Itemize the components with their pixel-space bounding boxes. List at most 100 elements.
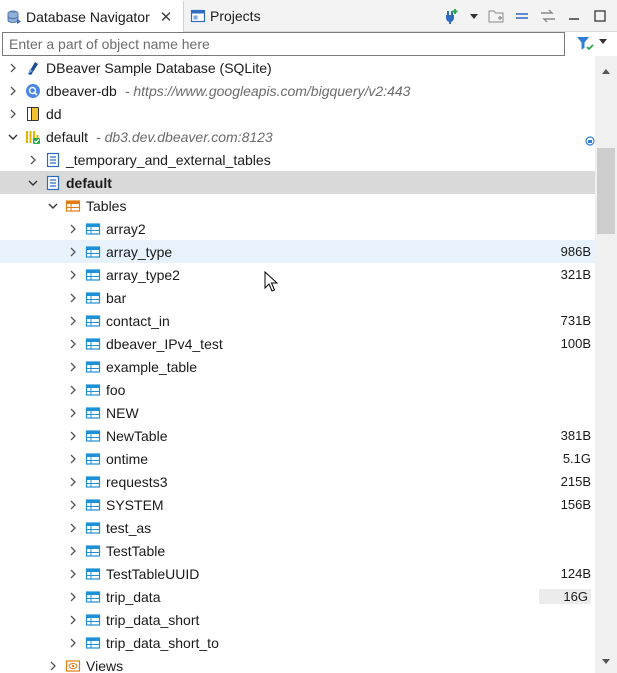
- chevron-down-icon[interactable]: [47, 200, 59, 212]
- tree-row[interactable]: contact_in 731B: [0, 309, 595, 332]
- tree-row[interactable]: test_as: [0, 516, 595, 539]
- chevron-right-icon[interactable]: [67, 384, 79, 396]
- tree-row[interactable]: array2: [0, 217, 595, 240]
- tree-row[interactable]: array_type 986B: [0, 240, 595, 263]
- table-icon: [85, 543, 101, 559]
- tree-item-label: Views: [86, 657, 124, 673]
- chevron-down-icon[interactable]: [7, 131, 19, 143]
- tab-projects-label: Projects: [210, 8, 261, 24]
- chevron-down-icon[interactable]: [469, 7, 479, 25]
- tree-row[interactable]: foo: [0, 378, 595, 401]
- tree-row[interactable]: bar: [0, 286, 595, 309]
- tree-row[interactable]: trip_data_short: [0, 608, 595, 631]
- chevron-right-icon[interactable]: [67, 338, 79, 350]
- minimize-icon[interactable]: [565, 7, 583, 25]
- close-icon[interactable]: ✕: [160, 8, 173, 26]
- tree-row[interactable]: SYSTEM 156B: [0, 493, 595, 516]
- chevron-right-icon[interactable]: [67, 591, 79, 603]
- maximize-icon[interactable]: [591, 7, 609, 25]
- tree-row[interactable]: DBeaver Sample Database (SQLite): [0, 56, 595, 79]
- tab-database-navigator[interactable]: Database Navigator ✕: [0, 0, 184, 32]
- tree-item-label: trip_data: [106, 588, 161, 605]
- chevron-right-icon[interactable]: [27, 154, 39, 166]
- scroll-up-icon[interactable]: [601, 62, 611, 78]
- tree-row[interactable]: dbeaver-db - https://www.googleapis.com/b…: [0, 79, 595, 102]
- tree-row[interactable]: _temporary_and_external_tables: [0, 148, 595, 171]
- chevron-right-icon[interactable]: [67, 407, 79, 419]
- tree-item-label: dbeaver-db: [46, 82, 117, 99]
- chevron-right-icon[interactable]: [67, 499, 79, 511]
- tree-row[interactable]: default: [0, 171, 595, 194]
- tree-row[interactable]: example_table: [0, 355, 595, 378]
- table-size-label: 381B: [560, 428, 591, 443]
- tree-row[interactable]: dbeaver_IPv4_test 100B: [0, 332, 595, 355]
- tree-row[interactable]: default - db3.dev.dbeaver.com:8123: [0, 125, 595, 148]
- chevron-right-icon[interactable]: [67, 453, 79, 465]
- table-icon: [85, 589, 101, 605]
- table-icon: [85, 451, 101, 467]
- tree-row[interactable]: NewTable 381B: [0, 424, 595, 447]
- table-icon: [85, 290, 101, 306]
- chevron-right-icon[interactable]: [67, 430, 79, 442]
- filter-row: [0, 32, 617, 56]
- table-icon: [85, 520, 101, 536]
- chevron-down-icon[interactable]: [27, 177, 39, 189]
- connection-url-label: - https://www.googleapis.com/bigquery/v2…: [124, 82, 411, 99]
- tree-item-label: dd: [46, 105, 62, 122]
- tree-row[interactable]: dd: [0, 102, 595, 125]
- chevron-right-icon[interactable]: [67, 269, 79, 281]
- chevron-right-icon[interactable]: [67, 246, 79, 258]
- chevron-right-icon[interactable]: [67, 614, 79, 626]
- new-connection-icon[interactable]: [443, 7, 461, 25]
- tree-item-label: NewTable: [106, 427, 168, 444]
- chevron-right-icon[interactable]: [7, 85, 19, 97]
- tree-item-label: ontime: [106, 450, 149, 467]
- collapse-all-icon[interactable]: [513, 7, 531, 25]
- table-icon: [85, 244, 101, 260]
- tree-row[interactable]: TestTableUUID 124B: [0, 562, 595, 585]
- tree-row[interactable]: trip_data_short_to: [0, 631, 595, 654]
- tab-projects[interactable]: Projects: [184, 0, 274, 32]
- chevron-right-icon[interactable]: [67, 292, 79, 304]
- chevron-right-icon[interactable]: [67, 361, 79, 373]
- tree-row[interactable]: requests3 215B: [0, 470, 595, 493]
- scrollbar-thumb[interactable]: [597, 148, 615, 234]
- vertical-scrollbar[interactable]: [595, 56, 617, 673]
- tree-item-label: example_table: [106, 358, 198, 375]
- tree-item-label: dbeaver_IPv4_test: [106, 335, 223, 352]
- chevron-down-icon[interactable]: [598, 36, 608, 49]
- sqlite-icon: [25, 60, 41, 76]
- tree-row[interactable]: TestTable: [0, 539, 595, 562]
- chevron-right-icon[interactable]: [67, 637, 79, 649]
- filter-icon[interactable]: [576, 35, 594, 53]
- chevron-right-icon[interactable]: [67, 315, 79, 327]
- tree-row[interactable]: trip_data 16G: [0, 585, 595, 608]
- tree-item-label: trip_data_short_to: [106, 634, 219, 651]
- chevron-right-icon[interactable]: [67, 568, 79, 580]
- chevron-right-icon[interactable]: [47, 660, 59, 672]
- schema-icon: [45, 152, 61, 168]
- tree-row[interactable]: array_type2 321B: [0, 263, 595, 286]
- chevron-right-icon[interactable]: [7, 108, 19, 120]
- database-yellow-icon: [25, 106, 41, 122]
- tree-row[interactable]: NEW: [0, 401, 595, 424]
- table-icon: [85, 566, 101, 582]
- link-with-editor-icon[interactable]: [539, 7, 557, 25]
- connection-url-label: - db3.dev.dbeaver.com:8123: [96, 128, 273, 145]
- chevron-right-icon[interactable]: [67, 545, 79, 557]
- new-folder-icon[interactable]: [487, 7, 505, 25]
- object-filter-input[interactable]: [2, 32, 565, 56]
- chevron-right-icon[interactable]: [67, 223, 79, 235]
- scroll-down-icon[interactable]: [601, 653, 611, 669]
- tree-row[interactable]: Tables: [0, 194, 595, 217]
- chevron-right-icon[interactable]: [67, 522, 79, 534]
- tree-row[interactable]: ontime 5.1G: [0, 447, 595, 470]
- chevron-right-icon[interactable]: [7, 62, 19, 74]
- table-icon: [85, 382, 101, 398]
- tree-item-label: NEW: [106, 404, 139, 421]
- tree-row[interactable]: Views: [0, 654, 595, 673]
- tree-item-label: foo: [106, 381, 126, 398]
- clickhouse-icon: [25, 129, 41, 145]
- tree-item-label: _temporary_and_external_tables: [66, 151, 271, 168]
- chevron-right-icon[interactable]: [67, 476, 79, 488]
